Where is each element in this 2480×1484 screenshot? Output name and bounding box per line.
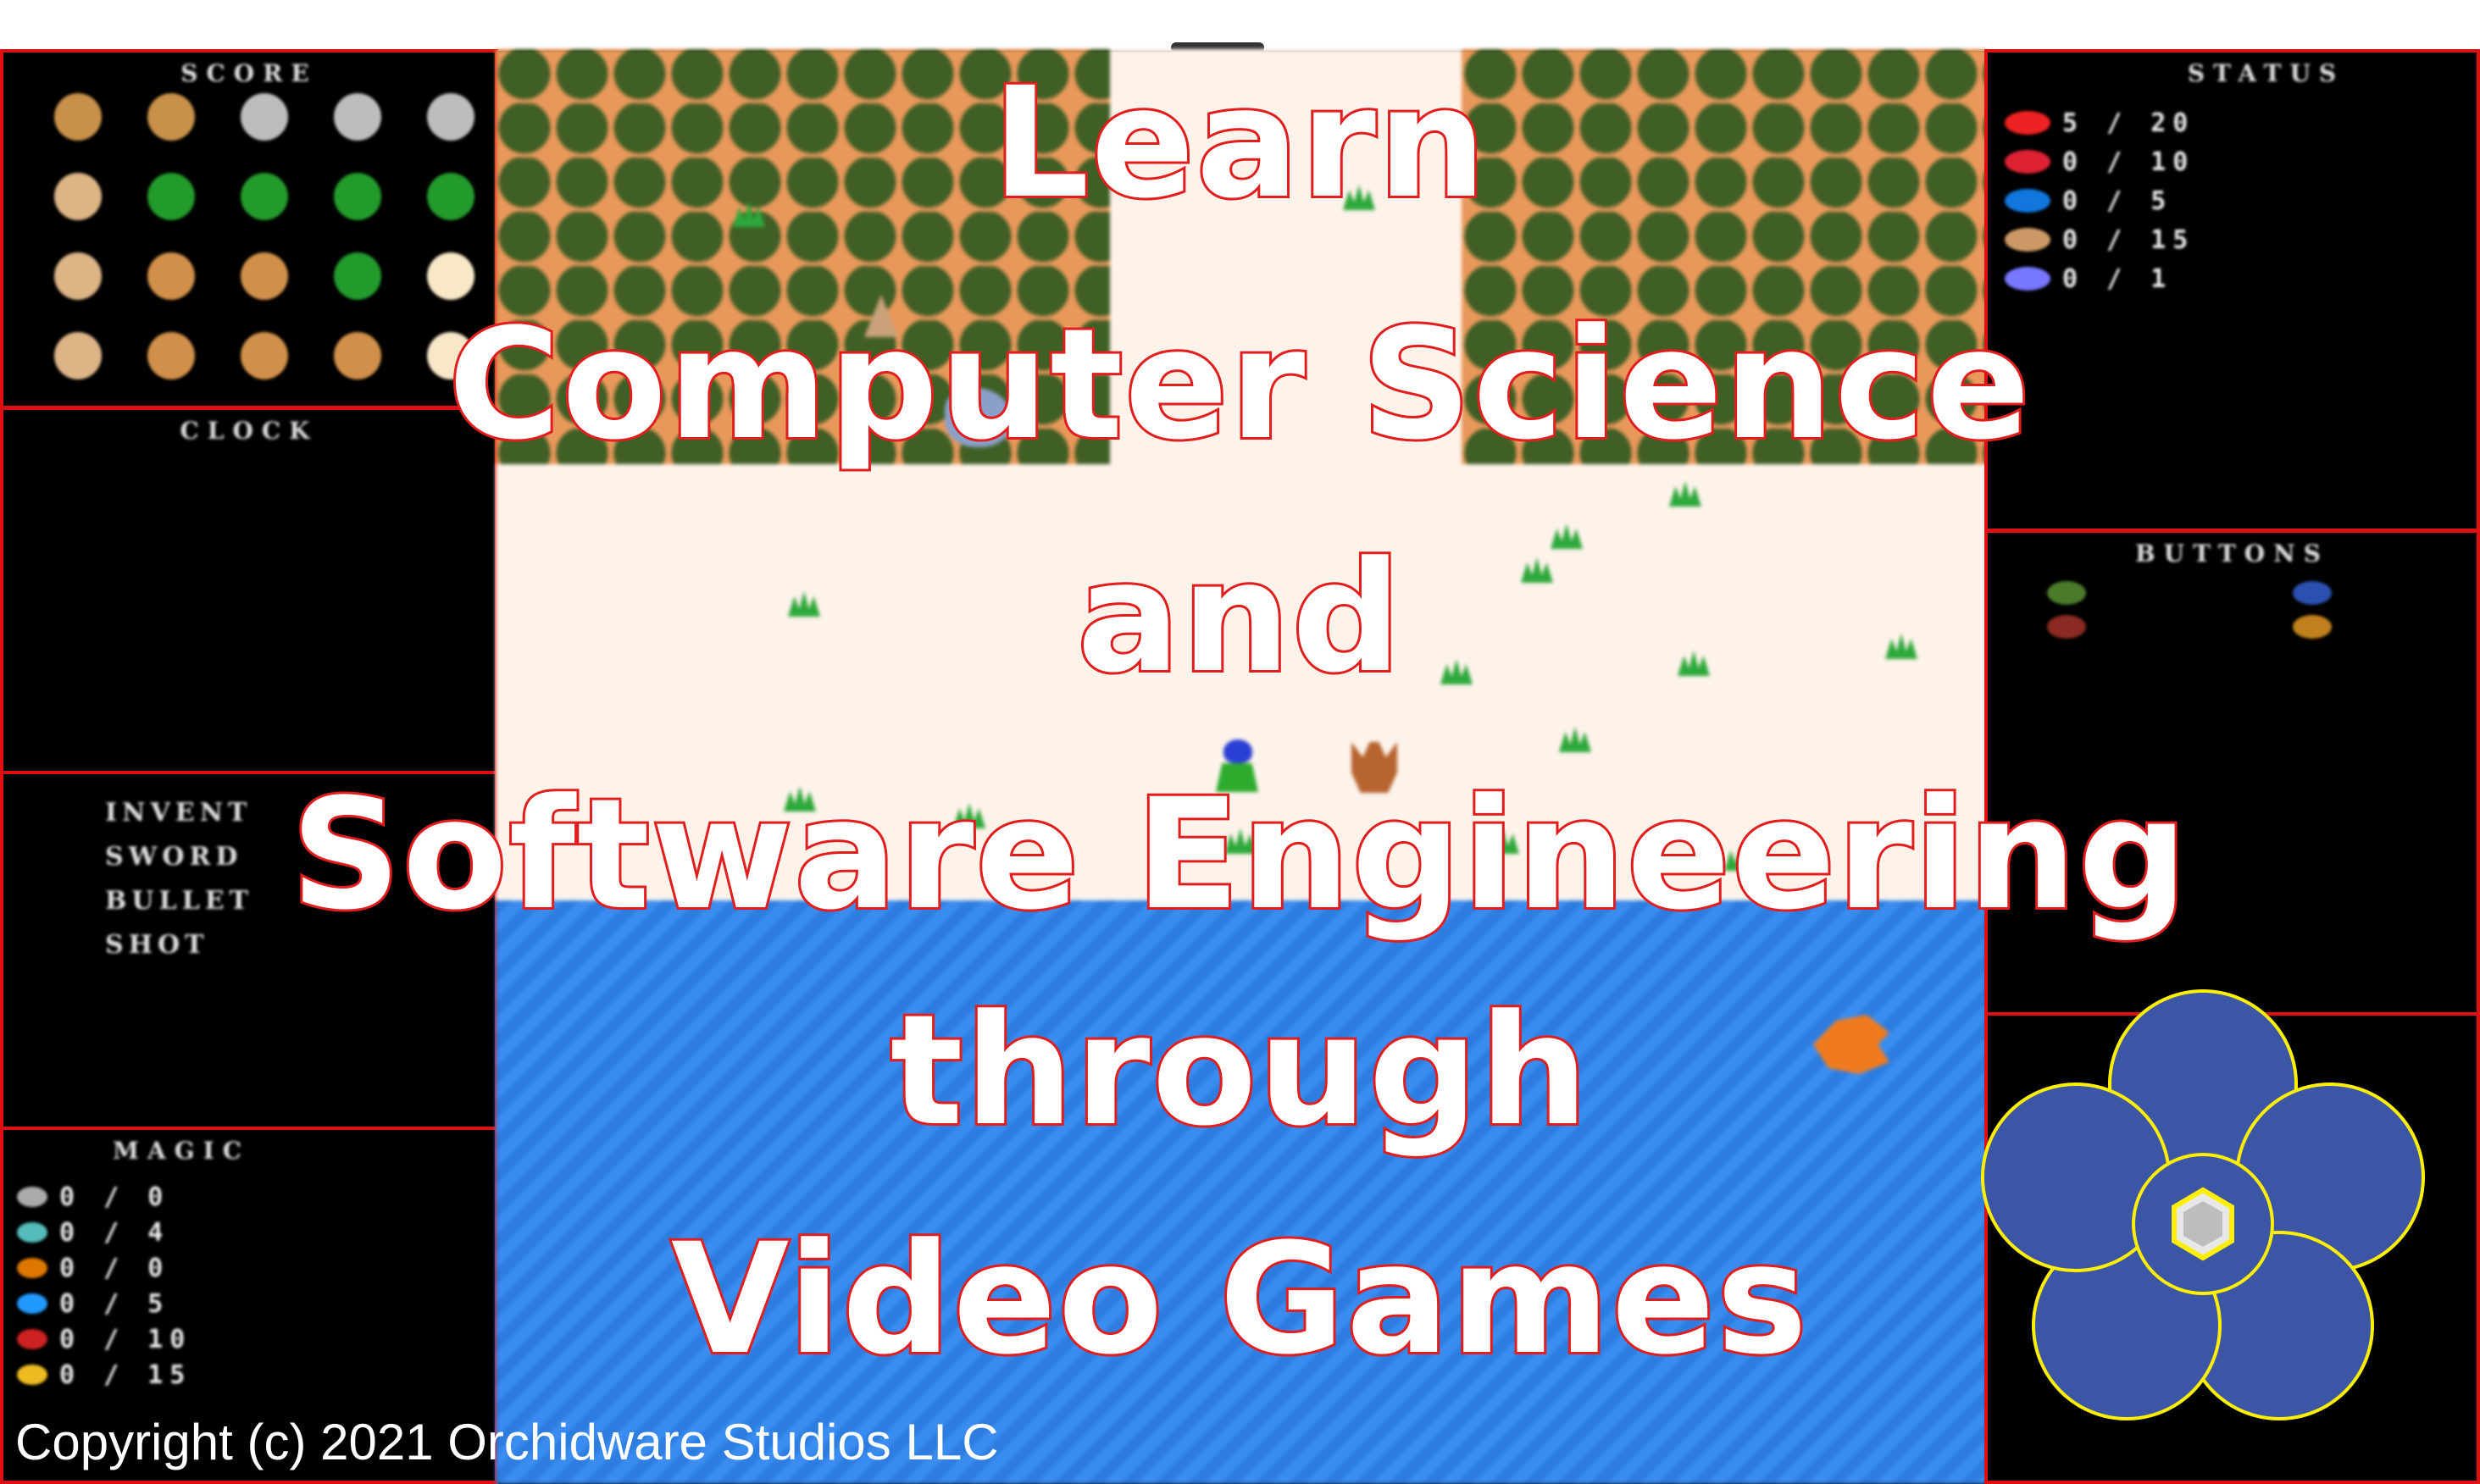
purple-gem-icon: [2005, 267, 2050, 291]
orchidware-flower-logo: [1981, 989, 2425, 1420]
status-row: 0 / 15: [2005, 220, 2194, 259]
status-value: 0 / 15: [2062, 224, 2195, 255]
gray-magic-icon: [17, 1187, 47, 1207]
score-dot: [54, 252, 102, 300]
magic-row: 0 / 0: [17, 1179, 191, 1215]
score-dot: [241, 252, 288, 300]
headline-line-2: Computer Science: [446, 296, 2033, 473]
orange-gem-icon: [2005, 228, 2050, 252]
copyright-text: Copyright (c) 2021 Orchidware Studios LL…: [15, 1414, 999, 1470]
status-row: 0 / 1: [2005, 259, 2194, 298]
headline-line-3: and: [1074, 529, 1403, 706]
score-dot: [147, 252, 195, 300]
window-titlebar: [0, 0, 2480, 53]
grass-tuft: [1669, 481, 1701, 507]
grass-tuft: [1559, 727, 1591, 752]
magic-value: 0 / 0: [59, 1182, 170, 1212]
headline-line-1: Learn: [990, 55, 1489, 232]
score-dot: [334, 252, 381, 300]
status-value: 0 / 1: [2062, 263, 2173, 294]
score-dot: [427, 252, 474, 300]
headline-line-4: Software Engineering: [288, 767, 2189, 944]
